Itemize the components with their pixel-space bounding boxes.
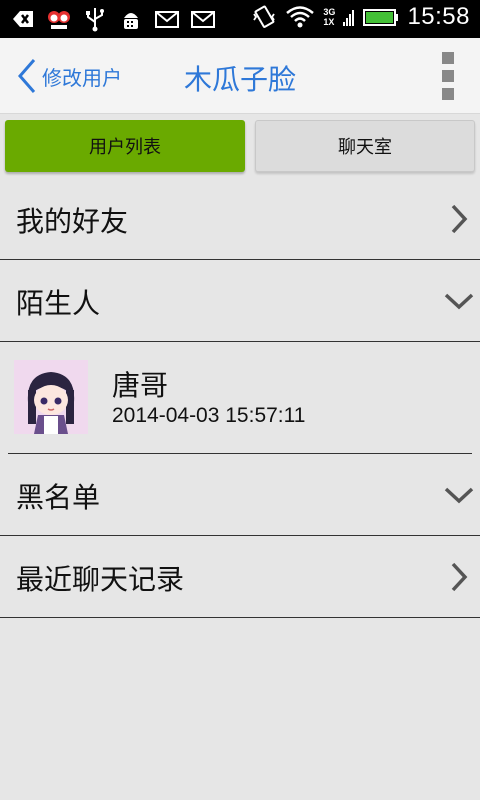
chevron-down-icon	[444, 487, 474, 504]
status-bar-left	[10, 6, 216, 32]
back-label: 修改用户	[42, 65, 122, 90]
status-bar: 3G 1X 15:58	[0, 0, 480, 38]
battery-icon	[363, 9, 399, 26]
chevron-right-icon	[451, 562, 468, 592]
chevron-right-icon	[451, 204, 468, 234]
android-debug-icon	[124, 13, 138, 29]
contact-name: 唐哥	[112, 369, 169, 402]
mail-icon	[191, 11, 215, 28]
group-recent-chats[interactable]: 最近聊天记录	[0, 536, 480, 618]
menu-dot-icon	[442, 52, 454, 64]
tab-bar: 用户列表 聊天室	[0, 114, 480, 178]
usb-icon	[86, 8, 104, 32]
group-label: 黑名单	[16, 481, 101, 514]
group-my-friends[interactable]: 我的好友	[0, 178, 480, 260]
group-label: 最近聊天记录	[16, 563, 185, 596]
tab-user-list[interactable]: 用户列表	[5, 120, 245, 172]
wifi-icon	[286, 6, 315, 28]
notification-app-icon	[48, 11, 70, 29]
status-bar-right: 3G 1X 15:58	[251, 3, 470, 31]
app-header: 修改用户 木瓜子脸	[0, 38, 480, 114]
group-strangers[interactable]: 陌生人	[0, 260, 480, 342]
mail-icon	[155, 11, 179, 28]
contact-list: 我的好友 陌生人 唐哥 2014-04-03 15:57:11 黑名单 最近聊天…	[0, 178, 480, 618]
chevron-left-icon	[18, 59, 36, 93]
network-3g-label: 3G	[323, 7, 336, 17]
back-button[interactable]: 修改用户	[14, 56, 122, 96]
menu-dot-icon	[442, 70, 454, 82]
network-indicator: 3G 1X	[323, 7, 335, 27]
overflow-menu-button[interactable]	[440, 52, 456, 100]
signal-icon	[343, 10, 355, 26]
group-label: 我的好友	[16, 205, 129, 238]
group-blacklist[interactable]: 黑名单	[0, 454, 480, 536]
back-icon	[13, 11, 33, 27]
contact-timestamp: 2014-04-03 15:57:11	[112, 404, 306, 427]
list-item[interactable]: 唐哥 2014-04-03 15:57:11	[0, 342, 480, 454]
status-time: 15:58	[407, 3, 470, 30]
avatar	[14, 360, 88, 434]
tab-chat-room[interactable]: 聊天室	[255, 120, 475, 172]
vibrate-icon	[253, 5, 276, 28]
menu-dot-icon	[442, 88, 454, 100]
chevron-down-icon	[444, 293, 474, 310]
network-1x-label: 1X	[323, 17, 335, 27]
group-label: 陌生人	[16, 287, 101, 320]
